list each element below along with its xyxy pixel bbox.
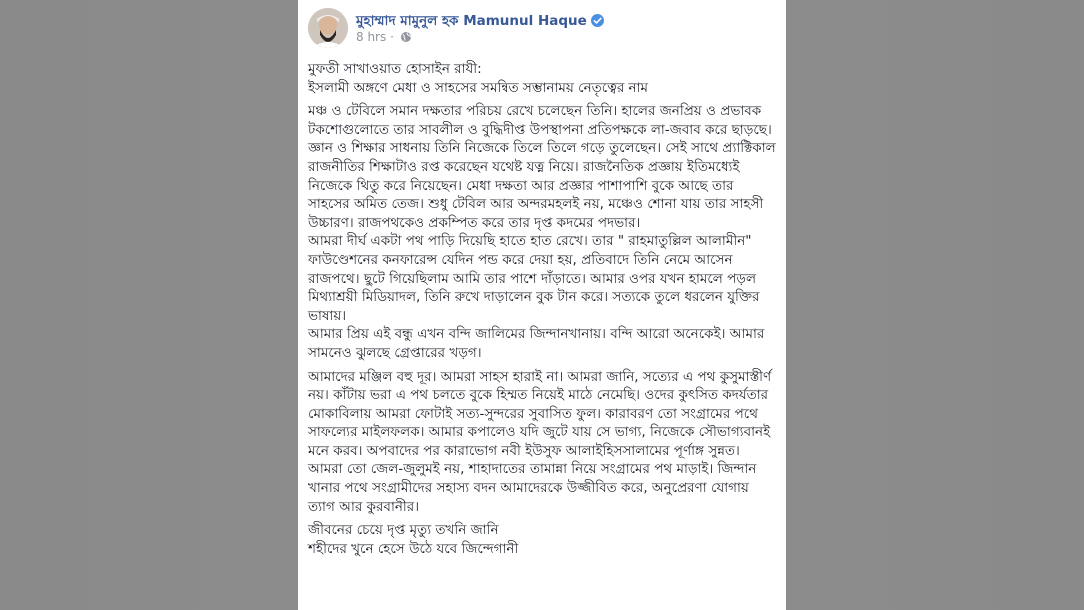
post-heading: মুফতী সাখাওয়াত হোসাইন রাযী: ইসলামী অঙ্গ… [308,61,649,96]
post-timestamp[interactable]: 8 hrs [356,30,386,44]
meta-separator: · [390,30,394,44]
post-poem: জীবনের চেয়ে দৃপ্ত মৃত্যু তখনি জানি শহীদ… [308,522,519,557]
facebook-post-card: মুহাম্মাদ মামুনুল হক Mamunul Haque 8 hrs… [298,0,786,610]
post-body: মুফতী সাখাওয়াত হোসাইন রাযী: ইসলামী অঙ্গ… [308,60,778,563]
author-name-text[interactable]: মুহাম্মাদ মামুনুল হক Mamunul Haque [356,13,587,29]
post-header: মুহাম্মাদ মামুনুল হক Mamunul Haque 8 hrs… [308,8,778,50]
verified-check-icon [590,14,604,27]
post-paragraph: আমাদের মঞ্জিল বহু দূর। আমরা সাহস হারাই ন… [308,368,776,515]
author-avatar[interactable] [308,8,348,48]
globe-icon[interactable] [400,31,412,46]
post-paragraph: মঞ্চ ও টেবিলে সমান দক্ষতার পরিচয় রেখে চ… [308,103,776,361]
post-meta: 8 hrs · [356,30,412,46]
